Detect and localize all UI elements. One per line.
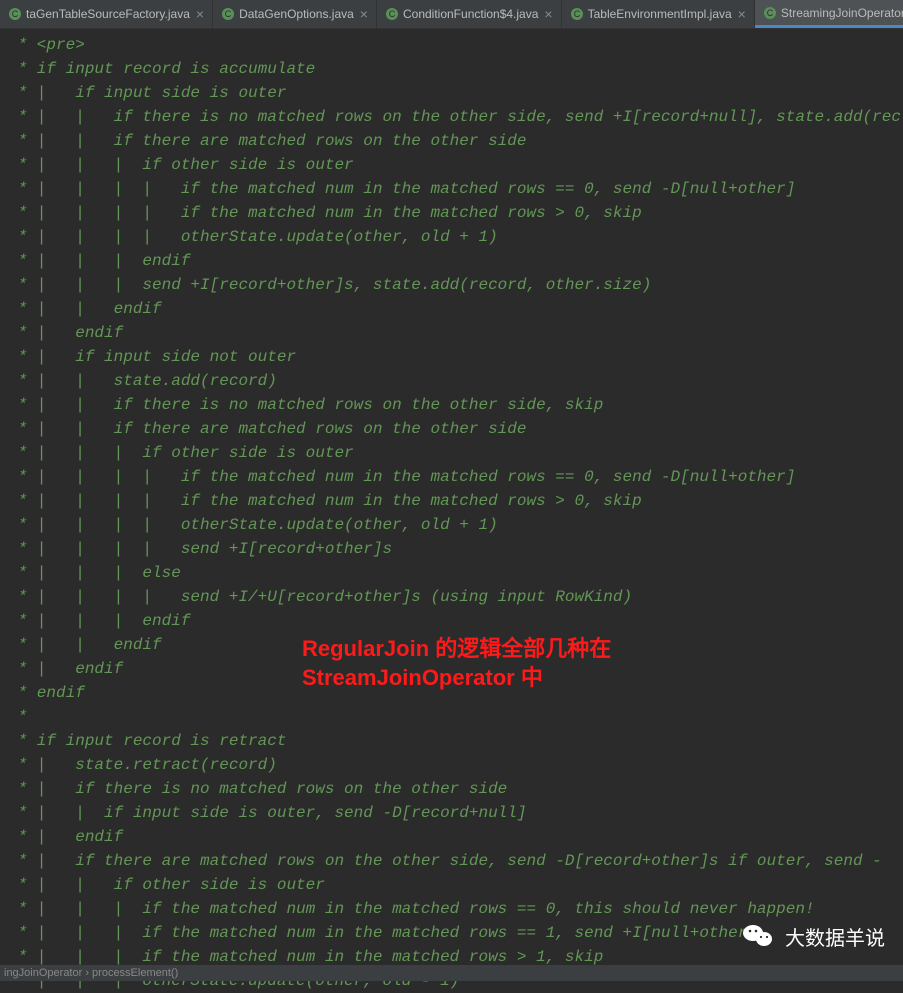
tab-datagen-options[interactable]: C DataGenOptions.java × [213, 0, 377, 28]
tab-datagen-source-factory[interactable]: C taGenTableSourceFactory.java × [0, 0, 213, 28]
svg-text:C: C [573, 9, 580, 19]
watermark: 大数据羊说 [741, 919, 885, 953]
tab-label: StreamingJoinOperator.java [781, 6, 903, 20]
close-icon[interactable]: × [196, 6, 204, 22]
java-class-icon: C [8, 7, 22, 21]
code-line: * | endif [8, 321, 895, 345]
code-line: * | | | if other side is outer [8, 441, 895, 465]
code-line: * | | | | if the matched num in the matc… [8, 201, 895, 225]
code-line: * | | | | if the matched num in the matc… [8, 489, 895, 513]
code-line: * | | state.add(record) [8, 369, 895, 393]
code-line: * | | | endif [8, 609, 895, 633]
code-line: * | | | | if the matched num in the matc… [8, 465, 895, 489]
code-editor[interactable]: * <pre> * if input record is accumulate … [0, 29, 903, 993]
code-line: * | | if there is no matched rows on the… [8, 393, 895, 417]
code-line: * | if input side not outer [8, 345, 895, 369]
code-line: * | | | else [8, 561, 895, 585]
code-line: * | | | if other side is outer [8, 153, 895, 177]
code-line: * | state.retract(record) [8, 753, 895, 777]
wechat-icon [741, 919, 775, 953]
code-line: * | | | | send +I[record+other]s [8, 537, 895, 561]
java-class-icon: C [763, 6, 777, 20]
breadcrumb-text: ingJoinOperator › processElement() [4, 967, 178, 979]
code-line: * | | | endif [8, 249, 895, 273]
annotation-line1: RegularJoin 的逻辑全部几种在 [302, 634, 611, 663]
tab-streaming-join-operator[interactable]: C StreamingJoinOperator.java × [755, 0, 903, 28]
code-line: * if input record is retract [8, 729, 895, 753]
java-class-icon: C [385, 7, 399, 21]
code-line: * | | | | if the matched num in the matc… [8, 177, 895, 201]
svg-text:C: C [389, 9, 396, 19]
tab-condition-function[interactable]: C ConditionFunction$4.java × [377, 0, 562, 28]
svg-text:C: C [12, 9, 19, 19]
code-line: * | | if input side is outer, send -D[re… [8, 801, 895, 825]
tab-label: taGenTableSourceFactory.java [26, 7, 190, 21]
svg-text:C: C [225, 9, 232, 19]
editor-tabs: C taGenTableSourceFactory.java × C DataG… [0, 0, 903, 29]
tab-label: TableEnvironmentImpl.java [588, 7, 732, 21]
java-class-icon: C [221, 7, 235, 21]
code-line: * | if there are matched rows on the oth… [8, 849, 895, 873]
code-line: * | | if there is no matched rows on the… [8, 105, 895, 129]
code-line: * <pre> [8, 33, 895, 57]
tab-label: DataGenOptions.java [239, 7, 354, 21]
code-line: * | | | send +I[record+other]s, state.ad… [8, 273, 895, 297]
close-icon[interactable]: × [738, 6, 746, 22]
code-line: * | if there is no matched rows on the o… [8, 777, 895, 801]
code-line: * | | if there are matched rows on the o… [8, 129, 895, 153]
tab-label: ConditionFunction$4.java [403, 7, 538, 21]
code-line: * | | endif [8, 297, 895, 321]
annotation-line2: StreamJoinOperator 中 [302, 663, 611, 692]
code-line: * | endif [8, 825, 895, 849]
code-line: * | if input side is outer [8, 81, 895, 105]
watermark-text: 大数据羊说 [785, 922, 885, 951]
breadcrumb[interactable]: ingJoinOperator › processElement() [0, 965, 903, 981]
code-line: * | | | | send +I/+U[record+other]s (usi… [8, 585, 895, 609]
close-icon[interactable]: × [360, 6, 368, 22]
tab-table-env-impl[interactable]: C TableEnvironmentImpl.java × [562, 0, 755, 28]
code-line: * if input record is accumulate [8, 57, 895, 81]
code-line: * [8, 705, 895, 729]
java-class-icon: C [570, 7, 584, 21]
code-line: * | | | | otherState.update(other, old +… [8, 513, 895, 537]
close-icon[interactable]: × [544, 6, 552, 22]
code-line: * | | if other side is outer [8, 873, 895, 897]
code-line: * | | | | otherState.update(other, old +… [8, 225, 895, 249]
svg-text:C: C [767, 8, 774, 18]
code-line: * | | if there are matched rows on the o… [8, 417, 895, 441]
code-line: * | | | if the matched num in the matche… [8, 897, 895, 921]
annotation-overlay: RegularJoin 的逻辑全部几种在 StreamJoinOperator … [302, 634, 611, 692]
